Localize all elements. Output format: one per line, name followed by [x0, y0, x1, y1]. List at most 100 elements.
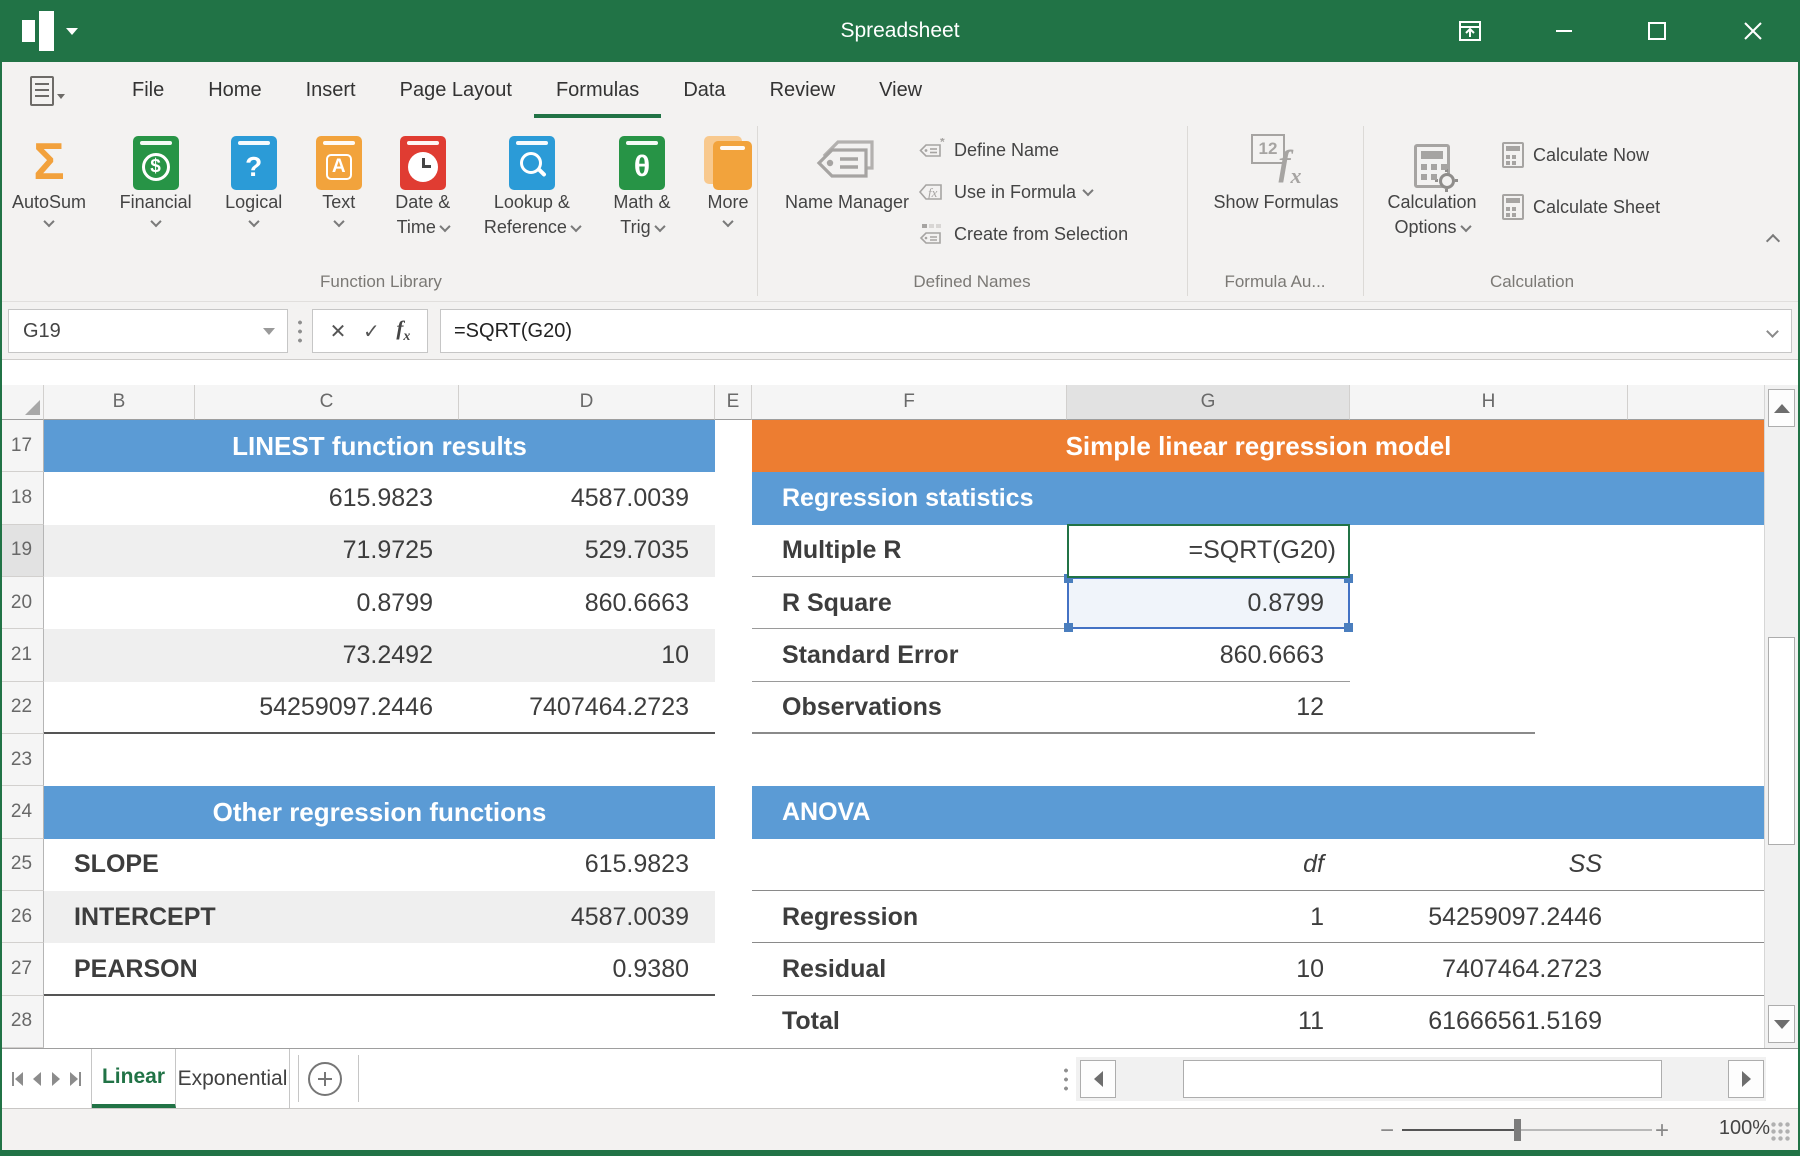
- row-header-21[interactable]: 21: [0, 629, 44, 681]
- row-header-17[interactable]: 17: [0, 420, 44, 472]
- zoom-slider-track[interactable]: [1521, 1129, 1652, 1131]
- cell-h28[interactable]: 61666561.5169: [1350, 996, 1628, 1048]
- cell-g19-editing[interactable]: =SQRT(G20): [1067, 524, 1350, 578]
- resize-grip-icon[interactable]: [1770, 1121, 1790, 1141]
- vertical-scrollbar-thumb[interactable]: [1768, 637, 1795, 845]
- cell-slope-label[interactable]: SLOPE: [44, 839, 195, 891]
- calculation-options-button[interactable]: Calculation Options: [1374, 124, 1490, 270]
- cell-other-regression-banner[interactable]: Other regression functions: [44, 786, 715, 838]
- row-header-22[interactable]: 22: [0, 682, 44, 734]
- cell-regression-statistics-banner[interactable]: Regression statistics: [752, 472, 1765, 524]
- cell-c20[interactable]: 0.8799: [195, 577, 459, 629]
- create-from-selection-button[interactable]: Create from Selection: [918, 216, 1128, 252]
- cell-regression-label[interactable]: Regression: [752, 891, 1067, 943]
- cell-d18[interactable]: 4587.0039: [459, 472, 715, 524]
- scroll-down-button[interactable]: [1768, 1005, 1795, 1043]
- zoom-in-icon[interactable]: +: [1655, 1117, 1669, 1145]
- cell-g22[interactable]: 12: [1067, 682, 1350, 734]
- cell-r-square-label[interactable]: R Square: [752, 577, 1067, 629]
- cell-g28[interactable]: 11: [1067, 996, 1350, 1048]
- row-header-28[interactable]: 28: [0, 996, 44, 1048]
- cell-c19[interactable]: 71.9725: [195, 525, 459, 577]
- insert-function-icon[interactable]: fx: [396, 316, 410, 345]
- scroll-up-button[interactable]: [1768, 389, 1795, 427]
- column-header-c[interactable]: C: [195, 385, 459, 420]
- cancel-icon[interactable]: ✕: [330, 319, 347, 344]
- tab-review[interactable]: Review: [748, 62, 858, 118]
- show-formulas-button[interactable]: 12fx Show Formulas: [1200, 124, 1352, 270]
- column-header-d[interactable]: D: [459, 385, 715, 420]
- lookup-reference-button[interactable]: Lookup & Reference: [484, 124, 580, 270]
- cell-df-header[interactable]: df: [1067, 839, 1350, 891]
- tab-page-layout[interactable]: Page Layout: [378, 62, 534, 118]
- scrollbar-resize-dots-icon[interactable]: [1064, 1066, 1068, 1092]
- tab-view[interactable]: View: [857, 62, 944, 118]
- next-sheet-button[interactable]: [52, 1072, 60, 1086]
- cell-d27[interactable]: 0.9380: [459, 943, 715, 995]
- close-button[interactable]: [1721, 0, 1785, 62]
- row-header-20[interactable]: 20: [0, 577, 44, 629]
- name-box[interactable]: G19: [8, 309, 288, 353]
- row-header-23[interactable]: 23: [0, 734, 44, 786]
- cell-observations-label[interactable]: Observations: [752, 682, 1067, 734]
- calculate-now-button[interactable]: Calculate Now: [1502, 136, 1649, 174]
- column-header-blank[interactable]: [1628, 385, 1765, 420]
- calculate-sheet-button[interactable]: Calculate Sheet: [1502, 188, 1660, 226]
- row-header-25[interactable]: 25: [0, 839, 44, 891]
- last-sheet-button[interactable]: [70, 1072, 81, 1086]
- zoom-level[interactable]: 100%: [1700, 1117, 1770, 1140]
- cell-c21[interactable]: 73.2492: [195, 629, 459, 681]
- column-header-b[interactable]: B: [44, 385, 195, 420]
- horizontal-scrollbar[interactable]: [1076, 1057, 1766, 1101]
- cell-c18[interactable]: 615.9823: [195, 472, 459, 524]
- tab-insert[interactable]: Insert: [284, 62, 378, 118]
- maximize-button[interactable]: [1625, 0, 1689, 62]
- row-header-26[interactable]: 26: [0, 891, 44, 943]
- cell-d22[interactable]: 7407464.2723: [459, 682, 715, 734]
- scroll-left-button[interactable]: [1080, 1060, 1116, 1098]
- autosum-button[interactable]: Σ AutoSum: [12, 124, 86, 270]
- cell-d25[interactable]: 615.9823: [459, 839, 715, 891]
- cell-d26[interactable]: 4587.0039: [459, 891, 715, 943]
- name-manager-button[interactable]: Name Manager: [770, 124, 924, 270]
- cell-total-label[interactable]: Total: [752, 996, 1067, 1048]
- date-time-button[interactable]: Date & Time: [395, 124, 450, 270]
- enter-check-icon[interactable]: ✓: [363, 319, 380, 344]
- scroll-right-button[interactable]: [1728, 1060, 1764, 1098]
- cell-h26[interactable]: 54259097.2446: [1350, 891, 1628, 943]
- previous-sheet-button[interactable]: [33, 1072, 41, 1086]
- formula-bar-resize-dots-icon[interactable]: [298, 318, 302, 344]
- collapse-ribbon-chevron-up-icon[interactable]: [1766, 234, 1780, 248]
- minimize-button[interactable]: [1532, 0, 1596, 62]
- logical-button[interactable]: ? Logical: [225, 124, 282, 270]
- cell-intercept-label[interactable]: INTERCEPT: [44, 891, 195, 943]
- tab-formulas[interactable]: Formulas: [534, 62, 661, 118]
- add-sheet-button[interactable]: [308, 1062, 342, 1096]
- zoom-out-icon[interactable]: −: [1380, 1117, 1394, 1145]
- formula-bar-expand-chevron-icon[interactable]: [1766, 325, 1779, 338]
- cell-anova-banner[interactable]: ANOVA: [752, 786, 1765, 838]
- row-header-27[interactable]: 27: [0, 943, 44, 995]
- define-name-button[interactable]: * Define Name: [918, 132, 1059, 168]
- cell-residual-label[interactable]: Residual: [752, 943, 1067, 995]
- zoom-slider-track[interactable]: [1402, 1129, 1514, 1131]
- cell-g26[interactable]: 1: [1067, 891, 1350, 943]
- cell-g27[interactable]: 10: [1067, 943, 1350, 995]
- row-header-18[interactable]: 18: [0, 472, 44, 524]
- first-sheet-button[interactable]: [12, 1072, 23, 1086]
- vertical-scrollbar[interactable]: [1764, 385, 1798, 1048]
- column-header-f[interactable]: F: [752, 385, 1067, 420]
- tab-file[interactable]: File: [110, 62, 186, 118]
- select-all-button[interactable]: [0, 385, 44, 420]
- cell-linest-title-banner[interactable]: LINEST function results: [44, 420, 715, 472]
- cell-g21[interactable]: 860.6663: [1067, 629, 1350, 681]
- column-header-g[interactable]: G: [1067, 385, 1350, 420]
- use-in-formula-button[interactable]: fx Use in Formula: [918, 174, 1092, 210]
- cell-d19[interactable]: 529.7035: [459, 525, 715, 577]
- cell-multiple-r-label[interactable]: Multiple R: [752, 525, 1067, 577]
- cell-ss-header[interactable]: SS: [1350, 839, 1628, 891]
- column-header-h[interactable]: H: [1350, 385, 1628, 420]
- tab-data[interactable]: Data: [661, 62, 747, 118]
- sheet-tab-exponential[interactable]: Exponential: [176, 1049, 290, 1108]
- math-trig-button[interactable]: θ Math & Trig: [613, 124, 670, 270]
